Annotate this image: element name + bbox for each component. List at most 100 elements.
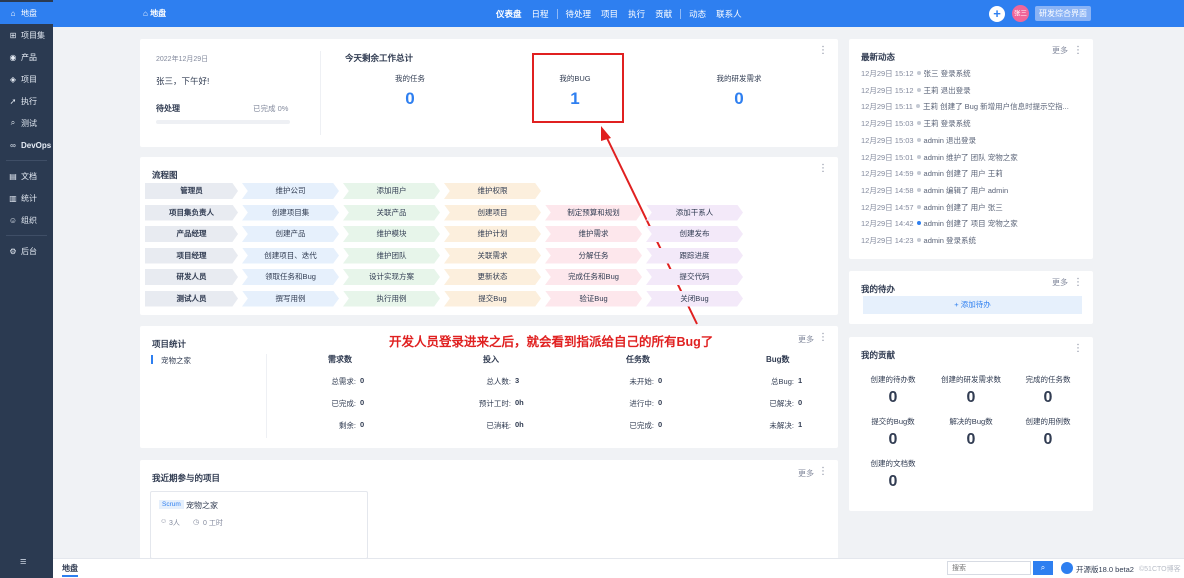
- menu-icon[interactable]: ≡: [20, 556, 26, 568]
- sidebar-item-devops[interactable]: ∞ DevOps: [0, 134, 53, 156]
- stats-label-text: 进行中: [629, 399, 652, 408]
- sidebar-item-doc[interactable]: ▤ 文档: [0, 165, 53, 187]
- contribution-value: 0: [888, 473, 898, 490]
- more-link[interactable]: 更多: [798, 334, 814, 345]
- stats-label: 已完成:: [300, 398, 356, 409]
- stats-colon: :: [508, 377, 511, 386]
- sidebar-item-org[interactable]: ☺ 组织: [0, 209, 53, 231]
- nav-execution[interactable]: 执行: [623, 0, 650, 27]
- flow-step[interactable]: 创建项目、迭代: [242, 247, 339, 264]
- activity-item[interactable]: 12月29日 14:58 admin 编辑了 用户 admin: [861, 185, 1008, 196]
- rd-interface-button[interactable]: 研发综合界面: [1035, 6, 1091, 21]
- more-link[interactable]: 更多: [1052, 277, 1068, 288]
- nav-todo[interactable]: 待处理: [561, 0, 597, 27]
- activity-dot: [916, 71, 921, 75]
- contribution-label: 创建的用例数: [1025, 417, 1071, 426]
- nav-dynamic[interactable]: 动态: [684, 0, 711, 27]
- search-input[interactable]: [947, 561, 1031, 575]
- nav-dashboard[interactable]: 仪表盘: [491, 0, 527, 27]
- add-todo-button[interactable]: + 添加待办: [863, 296, 1082, 314]
- activity-item[interactable]: 12月29日 14:59 admin 创建了 用户 王莉: [861, 168, 1003, 179]
- sidebar-item-test[interactable]: ⌕ 测试: [0, 112, 53, 134]
- flow-step[interactable]: 执行用例: [343, 290, 440, 307]
- version-text: 开源版18.0 beta2: [1076, 565, 1134, 574]
- card-options-icon[interactable]: ⋮: [818, 333, 828, 343]
- flow-step[interactable]: 提交代码: [646, 269, 743, 285]
- cube-icon: ◈: [9, 74, 17, 84]
- search-button[interactable]: ⌕: [1033, 561, 1053, 575]
- nav-calendar[interactable]: 日程: [527, 0, 554, 27]
- stats-value: 0: [658, 420, 663, 429]
- activity-item[interactable]: 12月29日 15:11 王莉 创建了 Bug 新增用户信息时提示空指...: [861, 101, 1069, 112]
- more-link[interactable]: 更多: [1052, 45, 1068, 56]
- flow-step[interactable]: 创建项目集: [242, 204, 339, 221]
- flow-step[interactable]: 设计实现方案: [343, 269, 440, 285]
- flow-role: 测试人员: [145, 290, 238, 307]
- activity-time: 12月29日 15:11: [861, 102, 913, 112]
- breadcrumb-home[interactable]: ⌂ 地盘: [143, 8, 166, 19]
- avatar[interactable]: 张三: [1012, 5, 1029, 22]
- flow-step[interactable]: 完成任务和Bug: [545, 269, 642, 285]
- project-name[interactable]: 宠物之家: [161, 355, 191, 366]
- nav-contribution[interactable]: 贡献: [650, 0, 677, 27]
- contribution-value: 0: [966, 389, 976, 406]
- card-options-icon[interactable]: ⋮: [818, 164, 828, 174]
- activity-item[interactable]: 12月29日 14:42 admin 创建了 项目 宠物之家: [861, 218, 1018, 229]
- activity-item[interactable]: 12月29日 15:01 admin 维护了 团队 宠物之家: [861, 152, 1018, 163]
- flow-step[interactable]: 添加用户: [343, 183, 440, 199]
- activity-item[interactable]: 12月29日 15:03 王莉 登录系统: [861, 118, 971, 129]
- project-stats-title: 项目统计: [152, 339, 187, 349]
- sidebar-item-bi[interactable]: ▥ 统计: [0, 187, 53, 209]
- create-plus-button[interactable]: +: [989, 6, 1005, 22]
- flow-step[interactable]: 创建发布: [646, 226, 743, 242]
- card-options-icon[interactable]: ⋮: [818, 46, 828, 56]
- flow-step[interactable]: 跟踪进度: [646, 247, 743, 264]
- sidebar-item-product[interactable]: ◉ 产品: [0, 46, 53, 68]
- flow-step[interactable]: 更新状态: [444, 269, 541, 285]
- sidebar-item-admin[interactable]: ⚙ 后台: [0, 240, 53, 262]
- flow-step[interactable]: 关联产品: [343, 204, 440, 221]
- card-options-icon[interactable]: ⋮: [818, 467, 828, 477]
- flow-step[interactable]: 创建产品: [242, 226, 339, 242]
- card-options-icon[interactable]: ⋮: [1073, 278, 1083, 288]
- project-card[interactable]: Scrum 宠物之家 ☺ 3人 ◷ 0 工时: [150, 491, 368, 559]
- flow-step[interactable]: 关联需求: [444, 247, 541, 264]
- flow-step[interactable]: 撰写用例: [242, 290, 339, 307]
- card-options-icon[interactable]: ⋮: [1073, 344, 1083, 354]
- activity-item[interactable]: 12月29日 15:12 张三 登录系统: [861, 68, 971, 79]
- nav-project[interactable]: 项目: [596, 0, 623, 27]
- activity-dot: [916, 187, 921, 192]
- search-icon: ⌕: [10, 118, 16, 127]
- search-icon: ⌕: [1040, 563, 1046, 572]
- activity-item[interactable]: 12月29日 14:57 admin 创建了 用户 张三: [861, 202, 1003, 213]
- nav-contacts[interactable]: 联系人: [711, 0, 747, 27]
- flow-step[interactable]: 提交Bug: [444, 290, 541, 307]
- flow-step[interactable]: 维护需求: [545, 226, 642, 242]
- flow-step[interactable]: 维护模块: [343, 226, 440, 242]
- activity-item[interactable]: 12月29日 15:12 王莉 退出登录: [861, 85, 971, 96]
- sidebar-item-program[interactable]: ⊞ 项目集: [0, 24, 53, 46]
- flow-step[interactable]: 验证Bug: [545, 290, 642, 307]
- my-story-count[interactable]: 0: [689, 89, 789, 109]
- more-link[interactable]: 更多: [798, 468, 814, 479]
- sidebar-item-project[interactable]: ◈ 项目: [0, 68, 53, 90]
- my-task-count[interactable]: 0: [360, 89, 460, 109]
- project-card-name: 宠物之家: [186, 501, 218, 510]
- sidebar-item-execution[interactable]: ➚ 执行: [0, 90, 53, 112]
- flow-step[interactable]: 添加干系人: [646, 204, 743, 221]
- flow-step[interactable]: 分解任务: [545, 247, 642, 264]
- flow-step[interactable]: 维护团队: [343, 247, 440, 264]
- sidebar-item-dashboard[interactable]: ⌂ 地盘: [0, 2, 53, 24]
- stats-label-text: 未解决: [769, 421, 792, 430]
- flow-step[interactable]: 关闭Bug: [646, 290, 743, 307]
- card-options-icon[interactable]: ⋮: [1073, 46, 1083, 56]
- activity-item[interactable]: 12月29日 15:03 admin 退出登录: [861, 135, 976, 146]
- flow-step[interactable]: 制定预算和规划: [545, 204, 642, 221]
- activity-item[interactable]: 12月29日 14:23 admin 登录系统: [861, 235, 976, 246]
- flow-step[interactable]: 维护公司: [242, 183, 339, 199]
- footer-tab-dashboard[interactable]: 地盘: [62, 563, 78, 577]
- flow-step[interactable]: 领取任务和Bug: [242, 269, 339, 285]
- flow-step[interactable]: 创建项目: [444, 204, 541, 221]
- flow-step[interactable]: 维护权限: [444, 183, 541, 199]
- flow-step[interactable]: 维护计划: [444, 226, 541, 242]
